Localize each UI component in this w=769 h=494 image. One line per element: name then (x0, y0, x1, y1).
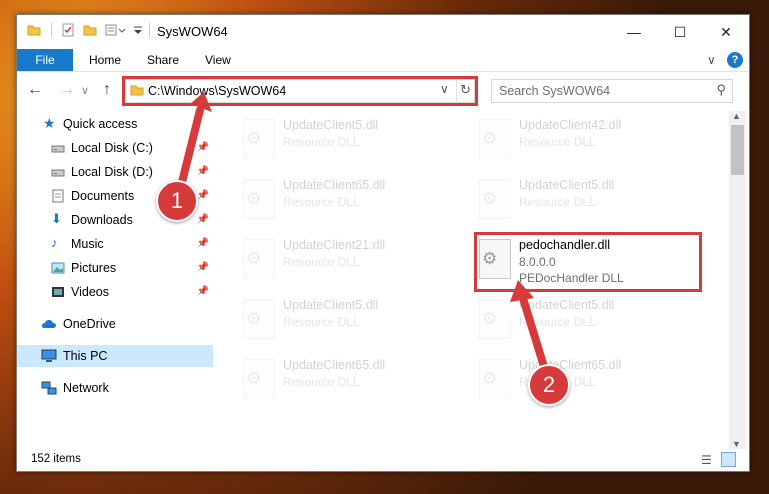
arrow-1 (176, 106, 204, 194)
arrow-2-head (510, 280, 534, 302)
arrow-2 (518, 291, 549, 374)
annotation-overlay (176, 92, 549, 374)
step-badge-2: 2 (528, 364, 570, 406)
step-badge-1: 1 (156, 180, 198, 222)
